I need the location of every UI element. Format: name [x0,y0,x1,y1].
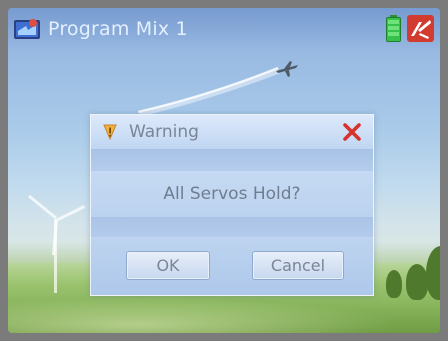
app-icon [14,19,40,39]
lcd-display: Program Mix 1 Warning All Servos Hold? O… [8,8,440,333]
background-tree [406,264,428,300]
warning-icon [103,124,117,141]
background-tree [386,270,402,298]
page-title: Program Mix 1 [48,18,188,40]
background-grass-highlight [8,293,440,333]
dialog-message: All Servos Hold? [163,184,301,204]
ok-button[interactable]: OK [127,252,209,279]
airplane-icon [276,61,298,77]
device-screen: Program Mix 1 Warning All Servos Hold? O… [0,0,448,341]
dialog-title: Warning [129,122,199,142]
battery-icon [386,15,401,42]
transmitter-icon[interactable] [407,15,434,42]
close-icon[interactable] [342,122,362,142]
background-tree [426,246,440,300]
warning-dialog: Warning All Servos Hold? OK Cancel [90,114,374,296]
wind-turbine-icon [28,195,85,293]
cancel-button[interactable]: Cancel [253,252,343,279]
status-bar: Program Mix 1 [8,8,440,50]
dialog-band [91,149,373,171]
dialog-band [91,217,373,237]
dialog-titlebar: Warning [91,115,373,150]
